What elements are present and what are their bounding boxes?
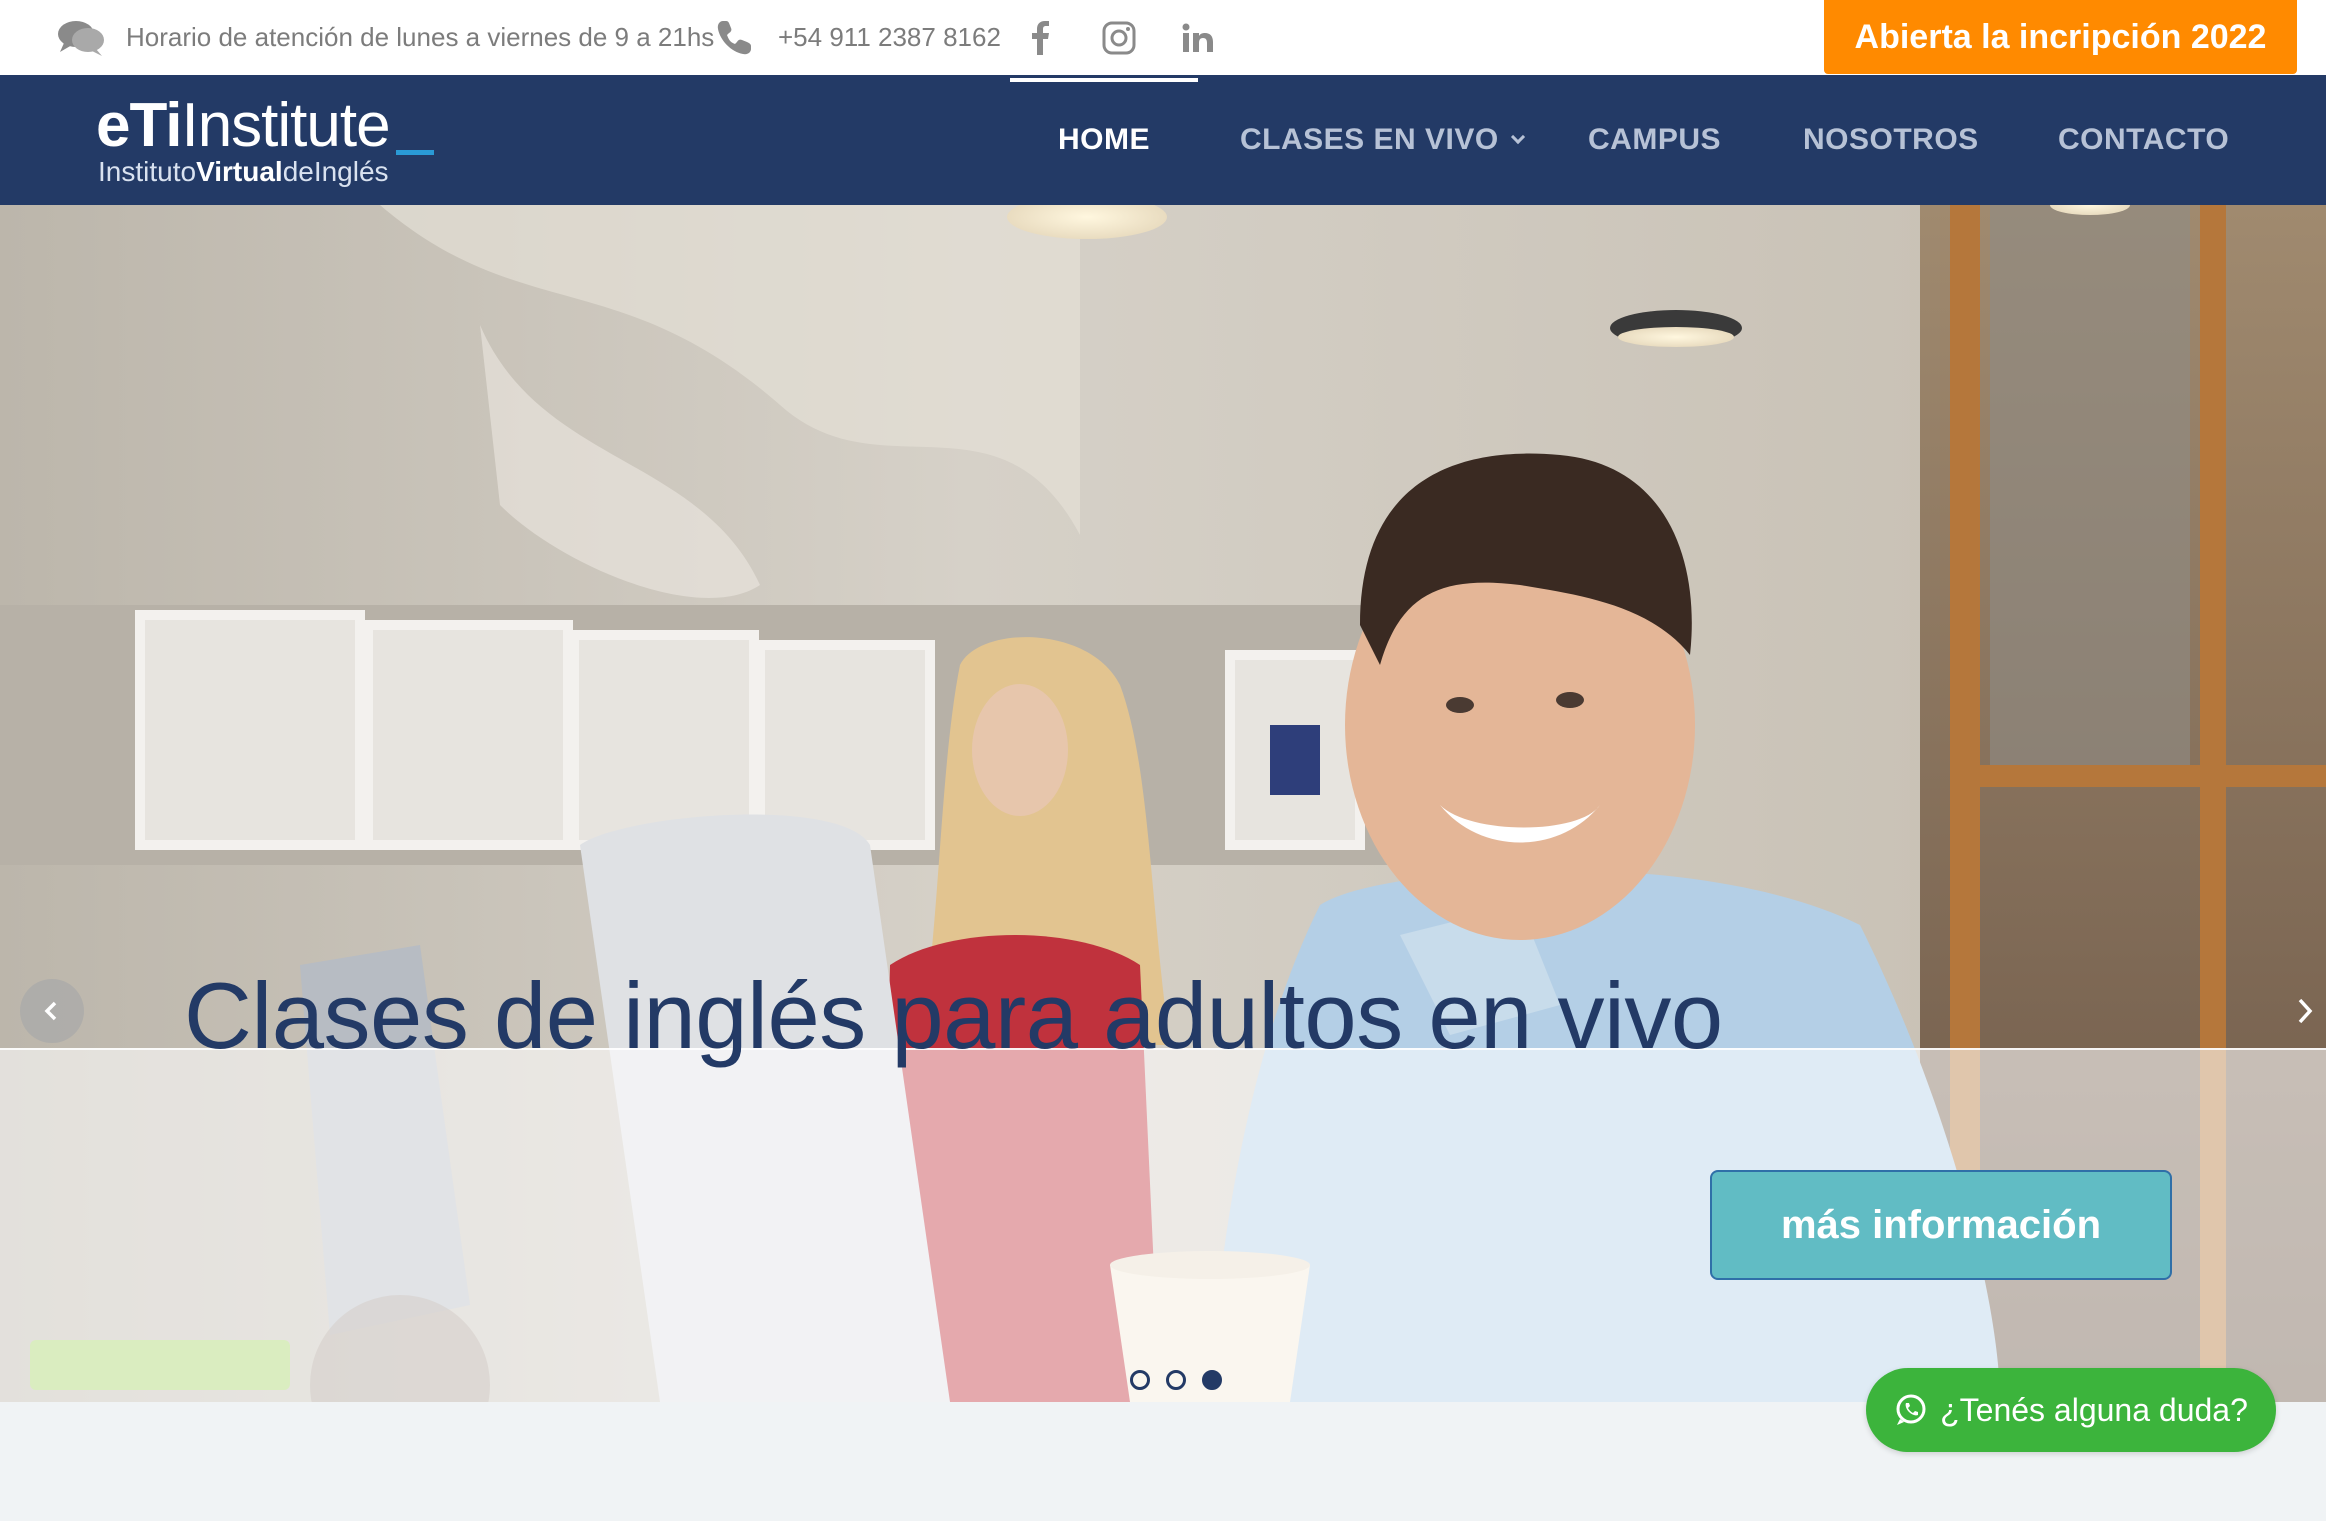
facebook-icon bbox=[1030, 20, 1050, 55]
slider-prev-button[interactable] bbox=[20, 979, 84, 1043]
nav-item-clases-en-vivo[interactable]: CLASES EN VIVO bbox=[1240, 75, 1525, 205]
linkedin-link[interactable] bbox=[1182, 0, 1214, 75]
linkedin-icon bbox=[1182, 23, 1214, 53]
nav-item-label: HOME bbox=[1058, 123, 1150, 156]
whatsapp-icon bbox=[1896, 1394, 1926, 1425]
more-info-button[interactable]: más información bbox=[1710, 1170, 2172, 1280]
main-navigation: eTiInstitute InstitutoVirtualdeInglés HO… bbox=[0, 75, 2326, 205]
logo-tagline-bold: Virtual bbox=[196, 156, 283, 187]
nav-item-label: CONTACTO bbox=[2058, 123, 2230, 156]
facebook-link[interactable] bbox=[1030, 0, 1050, 75]
hours-text: Horario de atención de lunes a viernes d… bbox=[126, 22, 715, 52]
phone-number: +54 911 2387 8162 bbox=[778, 22, 1001, 52]
slider-dot-1[interactable] bbox=[1130, 1370, 1150, 1390]
nav-item-label: CAMPUS bbox=[1588, 123, 1722, 156]
phone-info[interactable]: +54 911 2387 8162 bbox=[714, 0, 1001, 75]
nav-item-home[interactable]: HOME bbox=[1010, 75, 1198, 205]
logo-brand-bold: eTi bbox=[96, 91, 182, 160]
whatsapp-chat-button[interactable]: ¿Tenés alguna duda? bbox=[1866, 1368, 2276, 1452]
whatsapp-label: ¿Tenés alguna duda? bbox=[1940, 1391, 2248, 1428]
nav-item-campus[interactable]: CAMPUS bbox=[1588, 75, 1721, 205]
chevron-right-icon bbox=[2298, 998, 2313, 1024]
logo-tagline-pre: Instituto bbox=[98, 156, 197, 187]
chat-bubbles-icon bbox=[56, 18, 106, 58]
nav-item-label: NOSOTROS bbox=[1803, 123, 1979, 156]
nav-item-nosotros[interactable]: NOSOTROS bbox=[1803, 75, 1979, 205]
hero-headline: Clases de inglés para adultos en vivo bbox=[184, 963, 1723, 1068]
chevron-left-icon bbox=[44, 1001, 57, 1021]
logo-brand-rest: Institute bbox=[181, 91, 390, 160]
top-bar: Horario de atención de lunes a viernes d… bbox=[0, 0, 2326, 75]
logo-cursor bbox=[395, 150, 434, 155]
logo-tagline-post: deInglés bbox=[282, 156, 389, 187]
slider-dot-3[interactable] bbox=[1202, 1370, 1222, 1390]
instagram-link[interactable] bbox=[1102, 0, 1136, 75]
nav-item-contacto[interactable]: CONTACTO bbox=[2058, 75, 2229, 205]
enrollment-cta-button[interactable]: Abierta la incripción 2022 bbox=[1824, 0, 2297, 74]
slider-dot-2[interactable] bbox=[1166, 1370, 1186, 1390]
site-logo[interactable]: eTiInstitute InstitutoVirtualdeInglés bbox=[96, 95, 456, 195]
logo-tagline: InstitutoVirtualdeInglés bbox=[98, 157, 389, 187]
hours-info: Horario de atención de lunes a viernes d… bbox=[56, 0, 714, 75]
phone-icon bbox=[714, 18, 754, 58]
logo-wordmark: eTiInstitute bbox=[96, 95, 434, 157]
slider-pagination bbox=[1130, 1370, 1222, 1390]
slider-next-button[interactable] bbox=[2290, 991, 2320, 1031]
chevron-down-icon bbox=[1510, 129, 1525, 145]
instagram-icon bbox=[1102, 21, 1136, 55]
nav-item-label: CLASES EN VIVO bbox=[1240, 123, 1499, 156]
